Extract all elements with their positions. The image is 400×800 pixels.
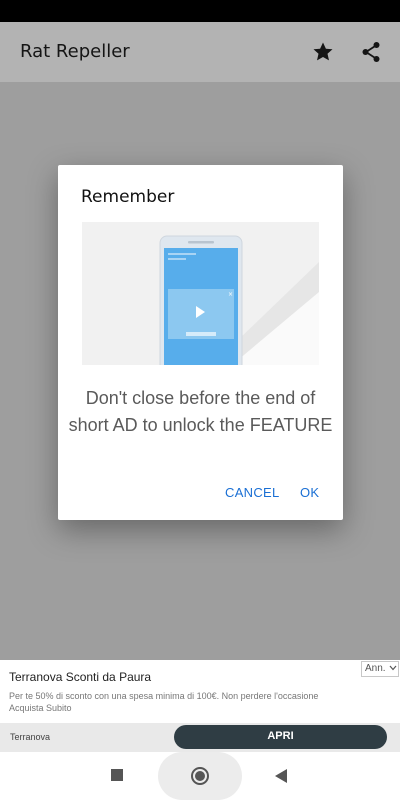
triangle-back-icon[interactable]: [275, 769, 287, 783]
ad-banner[interactable]: Terranova Sconti da Paura Ann. Per te 50…: [0, 660, 400, 752]
ad-body: Per te 50% di sconto con una spesa minim…: [9, 690, 389, 714]
dialog-message: Don't close before the end of short AD t…: [68, 388, 333, 435]
star-icon[interactable]: [311, 40, 335, 64]
app-bar: Rat Repeller: [0, 22, 400, 82]
reminder-dialog: Remember × Don't close before the end of…: [58, 165, 343, 520]
navigation-bar: [0, 752, 400, 800]
dialog-title: Remember: [81, 187, 175, 207]
ad-choices-label: Ann.: [365, 663, 386, 674]
svg-text:×: ×: [228, 291, 233, 298]
phone-video-ad-illustration: ×: [82, 222, 319, 365]
ad-footer: Terranova APRI: [0, 723, 400, 752]
ok-button[interactable]: OK: [300, 485, 319, 500]
circle-icon[interactable]: [191, 767, 209, 785]
app-title: Rat Repeller: [20, 41, 130, 62]
ad-advertiser: Terranova: [10, 732, 51, 742]
square-icon[interactable]: [111, 769, 123, 781]
chevron-down-icon: [389, 665, 397, 671]
ad-body-line: Acquista Subito: [9, 703, 72, 713]
ad-cta-button[interactable]: APRI: [174, 725, 387, 749]
ad-body-line: Per te 50% di sconto con una spesa minim…: [9, 691, 319, 701]
status-bar: [0, 0, 400, 22]
ad-choices-button[interactable]: Ann.: [361, 661, 399, 677]
ad-title: Terranova Sconti da Paura: [9, 670, 152, 684]
cancel-button[interactable]: CANCEL: [225, 485, 280, 500]
share-icon[interactable]: [359, 40, 383, 64]
